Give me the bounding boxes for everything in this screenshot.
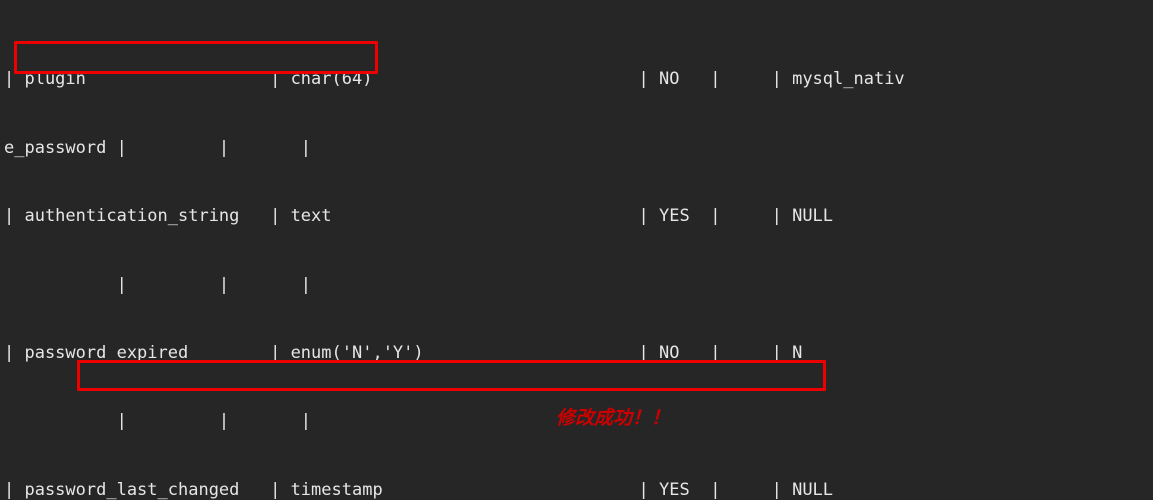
output-line-authentication-string-wrap: | | |	[4, 274, 312, 295]
output-line-password-last-changed: | password_last_changed | timestamp | YE…	[4, 479, 834, 500]
output-line-password-expired-wrap: | | |	[4, 411, 312, 432]
output-line-plugin: | plugin | char(64) | NO | | mysql_nativ	[4, 69, 905, 90]
output-line-authentication-string: | authentication_string | text | YES | |…	[4, 206, 834, 227]
terminal-output: | plugin | char(64) | NO | | mysql_nativ…	[0, 0, 905, 500]
output-line-password-expired: | password_expired | enum('N','Y') | NO …	[4, 342, 803, 363]
output-line-plugin-wrap: e_password | | |	[4, 137, 312, 158]
annotation-success-text: 修改成功！！	[556, 407, 671, 429]
terminal-window[interactable]: | plugin | char(64) | NO | | mysql_nativ…	[0, 0, 1153, 500]
